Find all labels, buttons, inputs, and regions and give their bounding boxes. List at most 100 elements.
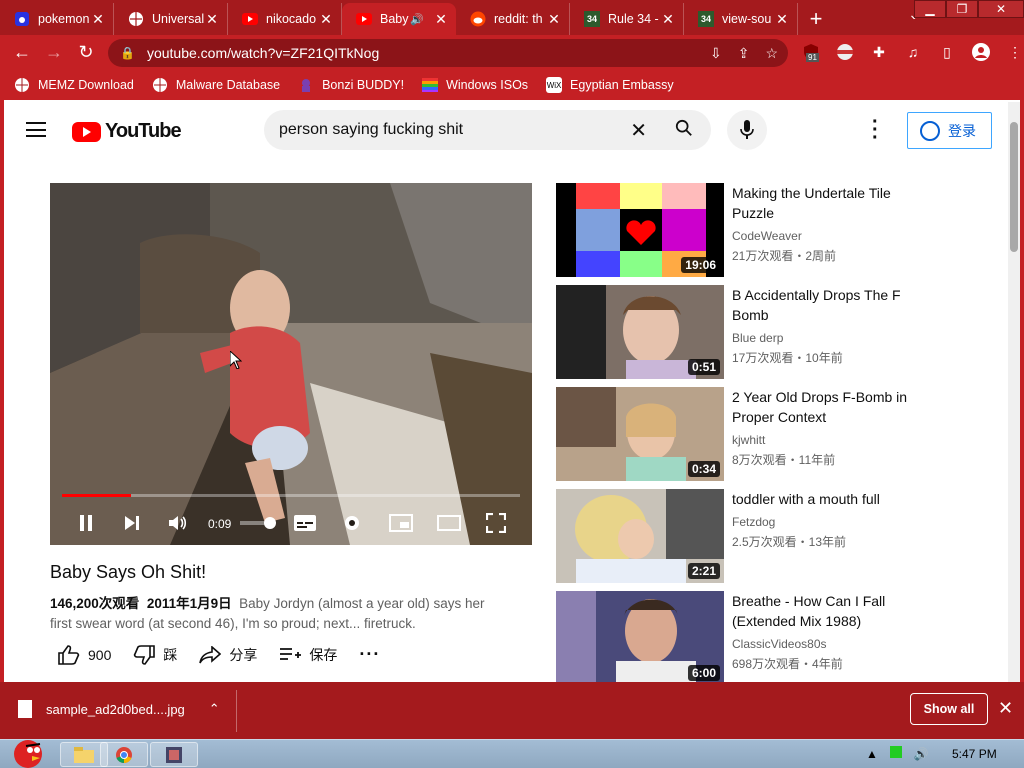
video-thumbnail[interactable]: 19:06 <box>556 183 724 277</box>
lock-icon[interactable]: 🔒 <box>120 46 135 60</box>
back-icon[interactable]: ← <box>6 42 38 63</box>
window-close-button[interactable]: ✕ <box>978 0 1024 18</box>
tab-rule34[interactable]: 34 Rule 34 - ✕ <box>570 3 684 35</box>
save-button[interactable]: 保存 <box>279 645 337 665</box>
tray-expand-icon[interactable]: ▲ <box>866 747 878 761</box>
forward-icon[interactable]: → <box>38 42 70 63</box>
bookmark-malware-database[interactable]: Malware Database <box>152 77 280 93</box>
related-title[interactable]: Breathe - How Can I Fall (Extended Mix 1… <box>732 591 916 631</box>
taskbar-chrome[interactable] <box>100 742 148 767</box>
related-title[interactable]: 2 Year Old Drops F-Bomb in Proper Contex… <box>732 387 916 427</box>
next-icon[interactable] <box>120 511 144 535</box>
star-icon[interactable]: ☆ <box>765 45 778 62</box>
browser-toolbar: ← → ↻ 🔒 youtube.com/watch?v=ZF21QITkNog … <box>0 35 1024 70</box>
dislike-button[interactable]: 踩 <box>133 644 177 665</box>
related-video-item[interactable]: 6:00 Breathe - How Can I Fall (Extended … <box>556 591 916 682</box>
pause-icon[interactable] <box>74 511 98 535</box>
restore-button[interactable]: ❐ <box>946 0 978 18</box>
related-channel[interactable]: Fetzdog <box>732 515 775 529</box>
bookmark-memz[interactable]: MEMZ Download <box>14 77 134 93</box>
related-title[interactable]: B Accidentally Drops The F Bomb <box>732 285 916 325</box>
related-video-item[interactable]: 19:06 Making the Undertale Tile Puzzle C… <box>556 183 916 277</box>
video-thumbnail[interactable]: 0:34 <box>556 387 724 481</box>
related-channel[interactable]: kjwhitt <box>732 433 765 447</box>
sign-in-button[interactable]: 登录 <box>907 112 992 149</box>
related-channel[interactable]: Blue derp <box>732 331 783 345</box>
video-player[interactable]: 0:09 <box>50 183 532 545</box>
media-controls-icon[interactable]: ♫ <box>902 41 924 63</box>
taskbar-app[interactable] <box>150 742 198 767</box>
related-title[interactable]: toddler with a mouth full <box>732 489 916 509</box>
related-channel[interactable]: ClassicVideos80s <box>732 637 827 651</box>
search-icon[interactable] <box>675 119 693 137</box>
side-panel-icon[interactable]: ▯ <box>936 41 958 63</box>
tab-reddit[interactable]: reddit: th ✕ <box>456 3 570 35</box>
like-button[interactable]: 900 <box>58 644 111 665</box>
menu-icon[interactable] <box>26 122 46 137</box>
bookmark-windows-isos[interactable]: Windows ISOs <box>422 77 528 93</box>
tab-baby[interactable]: Baby 🔊 ✕ <box>342 3 456 35</box>
youtube-logo[interactable]: YouTube <box>72 120 182 143</box>
video-thumbnail[interactable]: 2:21 <box>556 489 724 583</box>
related-video-item[interactable]: 0:51 B Accidentally Drops The F Bomb Blu… <box>556 285 916 379</box>
video-description[interactable]: 146,200次观看 2011年1月9日 Baby Jordyn (almost… <box>50 594 520 634</box>
share-button[interactable]: 分享 <box>199 645 257 665</box>
related-title[interactable]: Making the Undertale Tile Puzzle <box>732 183 916 223</box>
bookmark-bonzi-buddy[interactable]: Bonzi BUDDY! <box>298 77 404 93</box>
video-thumbnail[interactable]: 6:00 <box>556 591 724 682</box>
close-tab-icon[interactable]: ✕ <box>434 11 448 28</box>
new-tab-button[interactable]: + <box>798 3 834 35</box>
show-all-button[interactable]: Show all <box>910 693 988 725</box>
theater-mode-icon[interactable] <box>436 511 462 535</box>
tab-universal[interactable]: Universal ✕ <box>114 3 228 35</box>
chrome-menu-icon[interactable]: ⋮ <box>1004 41 1024 63</box>
related-stats: 17万次观看・10年前 <box>732 351 843 365</box>
tab-pokemon[interactable]: pokemon ✕ <box>0 3 114 35</box>
minimize-button[interactable]: ▁ <box>914 0 946 18</box>
ublock-icon[interactable]: 91 <box>800 41 822 63</box>
download-item[interactable]: sample_ad2d0bed....jpg ⌃ <box>18 700 220 718</box>
volume-slider[interactable] <box>240 517 276 529</box>
tab-nikocado[interactable]: nikocado ✕ <box>228 3 342 35</box>
more-actions-icon[interactable]: ··· <box>359 644 380 665</box>
fullscreen-icon[interactable] <box>484 511 508 535</box>
page-scrollbar[interactable] <box>1008 102 1020 682</box>
volume-knob[interactable] <box>264 517 276 529</box>
close-tab-icon[interactable]: ✕ <box>91 11 105 28</box>
miniplayer-icon[interactable] <box>388 511 414 535</box>
related-video-item[interactable]: 2:21 toddler with a mouth full Fetzdog 2… <box>556 489 916 583</box>
speaker-icon[interactable]: 🔊 <box>410 13 424 26</box>
progress-bar[interactable] <box>62 494 520 497</box>
chevron-up-icon[interactable]: ⌃ <box>209 701 220 717</box>
extension-flag-icon[interactable] <box>834 41 856 63</box>
video-thumbnail[interactable]: 0:51 <box>556 285 724 379</box>
bookmark-egyptian-embassy[interactable]: WiX Egyptian Embassy <box>546 77 674 93</box>
related-video-item[interactable]: 0:34 2 Year Old Drops F-Bomb in Proper C… <box>556 387 916 481</box>
profile-icon[interactable] <box>970 41 992 63</box>
scrollbar-thumb[interactable] <box>1010 122 1018 252</box>
battery-icon[interactable] <box>889 746 902 761</box>
clear-search-icon[interactable]: ✕ <box>630 118 647 143</box>
install-icon[interactable]: ⇩ <box>710 45 722 62</box>
address-bar[interactable]: 🔒 youtube.com/watch?v=ZF21QITkNog ⇩ ⇪ ☆ <box>108 39 788 67</box>
start-button[interactable] <box>6 734 50 768</box>
extensions-puzzle-icon[interactable]: ✚ <box>868 41 890 63</box>
tab-view-source[interactable]: 34 view-sou ✕ <box>684 3 798 35</box>
clock[interactable]: 5:47 PM <box>952 747 997 761</box>
share-icon[interactable]: ⇪ <box>738 45 750 62</box>
search-input[interactable]: person saying fucking shit ✕ <box>264 110 711 150</box>
close-tab-icon[interactable]: ✕ <box>661 11 675 28</box>
close-download-bar-icon[interactable]: ✕ <box>998 698 1013 719</box>
volume-tray-icon[interactable]: 🔊 <box>914 747 929 761</box>
subtitles-icon[interactable] <box>292 511 318 535</box>
close-tab-icon[interactable]: ✕ <box>775 11 789 28</box>
close-tab-icon[interactable]: ✕ <box>319 11 333 28</box>
reload-icon[interactable]: ↻ <box>70 42 102 63</box>
settings-more-icon[interactable]: · · · <box>872 112 879 148</box>
close-tab-icon[interactable]: ✕ <box>547 11 561 28</box>
volume-icon[interactable] <box>166 511 190 535</box>
settings-gear-icon[interactable] <box>340 511 364 535</box>
close-tab-icon[interactable]: ✕ <box>205 11 219 28</box>
related-channel[interactable]: CodeWeaver <box>732 229 802 243</box>
voice-search-button[interactable] <box>727 110 767 150</box>
